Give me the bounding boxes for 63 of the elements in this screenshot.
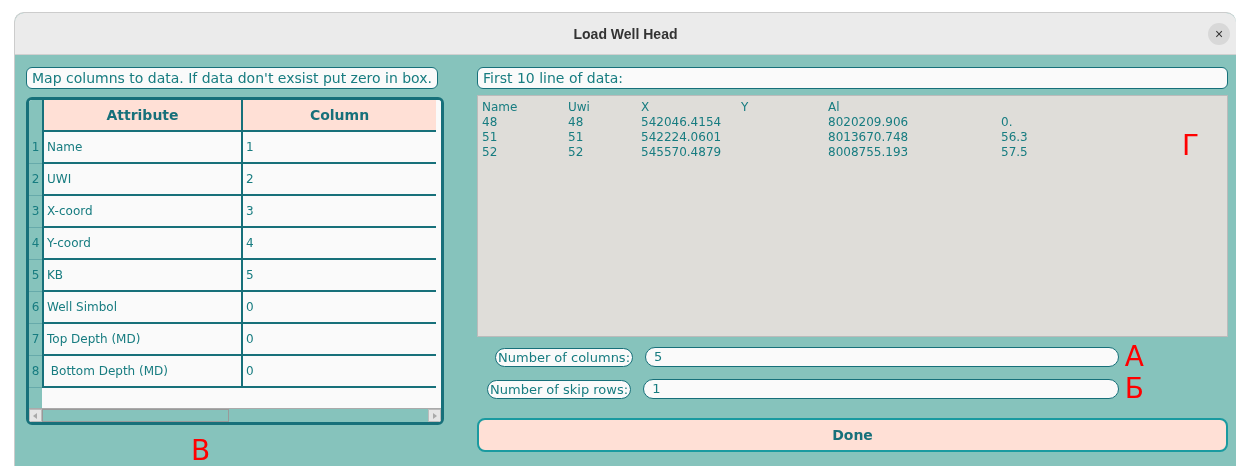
preview-text: 542046.4154 (641, 115, 723, 130)
preview-text: 51 (568, 130, 585, 145)
preview-text: 48 (482, 115, 499, 130)
preview-text: 542224.0601 (641, 130, 723, 145)
table-cell[interactable]: 0 (241, 356, 436, 388)
preview-text: Y (741, 100, 750, 115)
scroll-left-icon[interactable] (29, 409, 42, 422)
horizontal-scrollbar[interactable] (29, 408, 441, 422)
table-cell[interactable]: Name (42, 132, 241, 164)
preview-text: 8013670.748 (828, 130, 910, 145)
input-field[interactable]: 1 (643, 379, 1119, 399)
preview-text: 57.5 (1001, 145, 1029, 160)
scroll-thumb[interactable] (42, 409, 229, 422)
preview-text: 0. (1001, 115, 1014, 130)
table-cell[interactable]: 1 (241, 132, 436, 164)
preview-text: 51 (482, 130, 499, 145)
field-label: Number of skip rows: (487, 379, 632, 399)
column-header: Attribute (42, 100, 241, 132)
row-number: 7 (29, 324, 42, 356)
row-number: 6 (29, 292, 42, 324)
table-cell[interactable]: Well Simbol (42, 292, 241, 324)
preview-text: 56.3 (1001, 130, 1029, 145)
preview-text: 52 (568, 145, 585, 160)
input-field[interactable]: 5 (645, 347, 1119, 367)
table-cell[interactable]: 0 (241, 324, 436, 356)
row-number: 2 (29, 164, 42, 196)
preview-text: X (641, 100, 651, 115)
field-label: Number of columns: (495, 347, 634, 367)
row-number: 5 (29, 260, 42, 292)
table-cell[interactable]: 2 (241, 164, 436, 196)
table-cell[interactable]: 4 (241, 228, 436, 260)
table-cell[interactable]: 3 (241, 196, 436, 228)
preview-text: 52 (482, 145, 499, 160)
table-cell[interactable]: Y-coord (42, 228, 241, 260)
scroll-right-icon[interactable] (428, 409, 441, 422)
window-title: Load Well Head (573, 25, 678, 42)
annotation-letter: Б (1124, 375, 1144, 403)
preview-text: 8008755.193 (828, 145, 910, 160)
row-number: 4 (29, 228, 42, 260)
done-button[interactable]: Done (477, 418, 1228, 452)
preview-text: 8020209.906 (828, 115, 910, 130)
preview-label: First 10 line of data: (477, 67, 1228, 89)
preview-text: Al (828, 100, 841, 115)
instruction-label: Map columns to data. If data don't exsist put zero in box. (26, 67, 438, 89)
preview-text: Name (482, 100, 519, 115)
preview-text: Uwi (568, 100, 591, 115)
table-cell[interactable]: UWI (42, 164, 241, 196)
column-header: Column (241, 100, 436, 132)
table-cell[interactable]: KB (42, 260, 241, 292)
table-cell[interactable]: Bottom Depth (MD) (42, 356, 241, 388)
row-number: 1 (29, 132, 42, 164)
table-cell[interactable]: X-coord (42, 196, 241, 228)
preview-text: 48 (568, 115, 585, 130)
table-cell[interactable]: 0 (241, 292, 436, 324)
annotation-letter: Г (1181, 132, 1199, 160)
close-button[interactable]: × (1208, 23, 1230, 45)
table-cell[interactable]: Top Depth (MD) (42, 324, 241, 356)
annotation-letter: В (191, 437, 211, 465)
row-number: 8 (29, 356, 42, 388)
preview-text: 545570.4879 (641, 145, 723, 160)
table-cell[interactable]: 5 (241, 260, 436, 292)
row-number: 3 (29, 196, 42, 228)
annotation-letter: А (1124, 343, 1144, 371)
